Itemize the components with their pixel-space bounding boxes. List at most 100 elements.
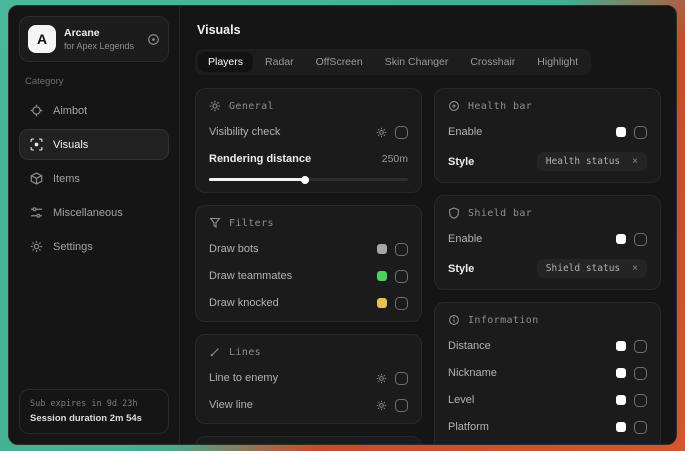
platform-checkbox[interactable] bbox=[634, 421, 647, 434]
sidebar-item-label: Settings bbox=[53, 241, 93, 253]
draw-bots-checkbox[interactable] bbox=[395, 243, 408, 256]
health-enable-row: Enable bbox=[448, 125, 647, 139]
info-icon bbox=[448, 314, 460, 326]
draw-teammates-checkbox[interactable] bbox=[395, 270, 408, 283]
tab-players[interactable]: Players bbox=[198, 52, 253, 72]
draw-knocked-row: Draw knocked bbox=[209, 296, 408, 310]
tab-bar: Players Radar OffScreen Skin Changer Cro… bbox=[195, 49, 591, 75]
scan-icon bbox=[30, 138, 43, 151]
line-to-enemy-checkbox[interactable] bbox=[395, 372, 408, 385]
sidebar-item-aimbot[interactable]: Aimbot bbox=[19, 95, 169, 126]
row-label: Platform bbox=[448, 421, 489, 433]
row-label: Style bbox=[448, 263, 474, 275]
tab-radar[interactable]: Radar bbox=[255, 52, 304, 72]
color-swatch[interactable] bbox=[377, 244, 387, 254]
select-value: Health status bbox=[546, 156, 620, 167]
color-swatch[interactable] bbox=[616, 422, 626, 432]
right-column: Health bar Enable Style bbox=[434, 88, 661, 444]
color-swatch[interactable] bbox=[616, 341, 626, 351]
color-swatch[interactable] bbox=[616, 234, 626, 244]
view-line-checkbox[interactable] bbox=[395, 399, 408, 412]
clear-icon[interactable]: × bbox=[632, 264, 638, 274]
filters-card: Filters Draw bots Draw teammates bbox=[195, 205, 422, 322]
slider-thumb[interactable] bbox=[301, 176, 309, 184]
target-icon[interactable] bbox=[147, 33, 160, 46]
color-swatch[interactable] bbox=[377, 271, 387, 281]
main-panel: Visuals Players Radar OffScreen Skin Cha… bbox=[180, 6, 676, 444]
distance-checkbox[interactable] bbox=[634, 340, 647, 353]
gear-icon[interactable] bbox=[376, 400, 387, 411]
clear-icon[interactable]: × bbox=[632, 157, 638, 167]
card-title: Information bbox=[468, 315, 539, 326]
app-name: Arcane bbox=[64, 27, 134, 39]
distance-row: Distance bbox=[448, 339, 647, 353]
row-label: Line to enemy bbox=[209, 372, 278, 384]
gear-icon[interactable] bbox=[376, 127, 387, 138]
visibility-check-checkbox[interactable] bbox=[395, 126, 408, 139]
app-subtitle: for Apex Legends bbox=[64, 41, 134, 51]
row-label: Visibility check bbox=[209, 126, 280, 138]
row-label: Distance bbox=[448, 340, 491, 352]
sidebar-item-settings[interactable]: Settings bbox=[19, 231, 169, 262]
card-title: Lines bbox=[229, 347, 261, 358]
tab-offscreen[interactable]: OffScreen bbox=[306, 52, 373, 72]
sidebar-item-label: Items bbox=[53, 173, 80, 185]
rendering-distance-slider[interactable] bbox=[209, 178, 408, 181]
draw-knocked-checkbox[interactable] bbox=[395, 297, 408, 310]
rendering-distance-value: 250m bbox=[382, 153, 408, 165]
color-swatch[interactable] bbox=[616, 395, 626, 405]
sub-expires-text: Sub expires in 9d 23h bbox=[30, 399, 158, 409]
health-style-row: Style Health status × bbox=[448, 152, 647, 171]
app-window: A Arcane for Apex Legends Category Aimbo… bbox=[8, 5, 677, 445]
line-to-enemy-row: Line to enemy bbox=[209, 371, 408, 385]
subscription-status-card: Sub expires in 9d 23h Session duration 2… bbox=[19, 389, 169, 434]
health-enable-checkbox[interactable] bbox=[634, 126, 647, 139]
gear-icon[interactable] bbox=[376, 373, 387, 384]
color-swatch[interactable] bbox=[616, 127, 626, 137]
level-checkbox[interactable] bbox=[634, 394, 647, 407]
row-label: Nickname bbox=[448, 367, 497, 379]
row-label: Draw bots bbox=[209, 243, 259, 255]
brand-card: A Arcane for Apex Legends bbox=[19, 16, 169, 62]
package-icon bbox=[30, 172, 43, 185]
health-bar-card: Health bar Enable Style bbox=[434, 88, 661, 183]
row-label: Level bbox=[448, 394, 474, 406]
shield-style-select[interactable]: Shield status × bbox=[537, 259, 647, 278]
view-line-row: View line bbox=[209, 398, 408, 412]
information-card: Information Distance Nickname bbox=[434, 302, 661, 444]
tab-crosshair[interactable]: Crosshair bbox=[460, 52, 525, 72]
lines-card: Lines Line to enemy View line bbox=[195, 334, 422, 424]
nickname-checkbox[interactable] bbox=[634, 367, 647, 380]
color-swatch[interactable] bbox=[377, 298, 387, 308]
row-label: Draw knocked bbox=[209, 297, 279, 309]
nickname-row: Nickname bbox=[448, 366, 647, 380]
rendering-distance-row: Rendering distance 250m bbox=[209, 152, 408, 166]
platform-row: Platform bbox=[448, 420, 647, 434]
general-card: General Visibility check Rendering dista… bbox=[195, 88, 422, 193]
shield-icon bbox=[448, 207, 460, 219]
sidebar-item-label: Visuals bbox=[53, 139, 88, 151]
tab-highlight[interactable]: Highlight bbox=[527, 52, 588, 72]
tab-skin-changer[interactable]: Skin Changer bbox=[375, 52, 459, 72]
shield-bar-card: Shield bar Enable Style bbox=[434, 195, 661, 290]
select-value: Shield status bbox=[546, 263, 620, 274]
health-style-select[interactable]: Health status × bbox=[537, 152, 647, 171]
shield-enable-checkbox[interactable] bbox=[634, 233, 647, 246]
box-card: Box Enable Enable background bbox=[195, 436, 422, 444]
funnel-icon bbox=[209, 217, 221, 229]
row-label: Draw teammates bbox=[209, 270, 292, 282]
session-duration-text: Session duration 2m 54s bbox=[30, 413, 158, 424]
sidebar-item-miscellaneous[interactable]: Miscellaneous bbox=[19, 197, 169, 228]
sidebar-item-visuals[interactable]: Visuals bbox=[19, 129, 169, 160]
sidebar-item-label: Aimbot bbox=[53, 105, 87, 117]
line-icon bbox=[209, 346, 221, 358]
color-swatch[interactable] bbox=[616, 368, 626, 378]
sidebar-nav: Aimbot Visuals Items Miscellaneous Setti… bbox=[19, 95, 169, 262]
row-label: Style bbox=[448, 156, 474, 168]
sidebar-item-items[interactable]: Items bbox=[19, 163, 169, 194]
shield-style-row: Style Shield status × bbox=[448, 259, 647, 278]
draw-teammates-row: Draw teammates bbox=[209, 269, 408, 283]
visibility-check-row: Visibility check bbox=[209, 125, 408, 139]
level-row: Level bbox=[448, 393, 647, 407]
card-title: General bbox=[229, 101, 274, 112]
